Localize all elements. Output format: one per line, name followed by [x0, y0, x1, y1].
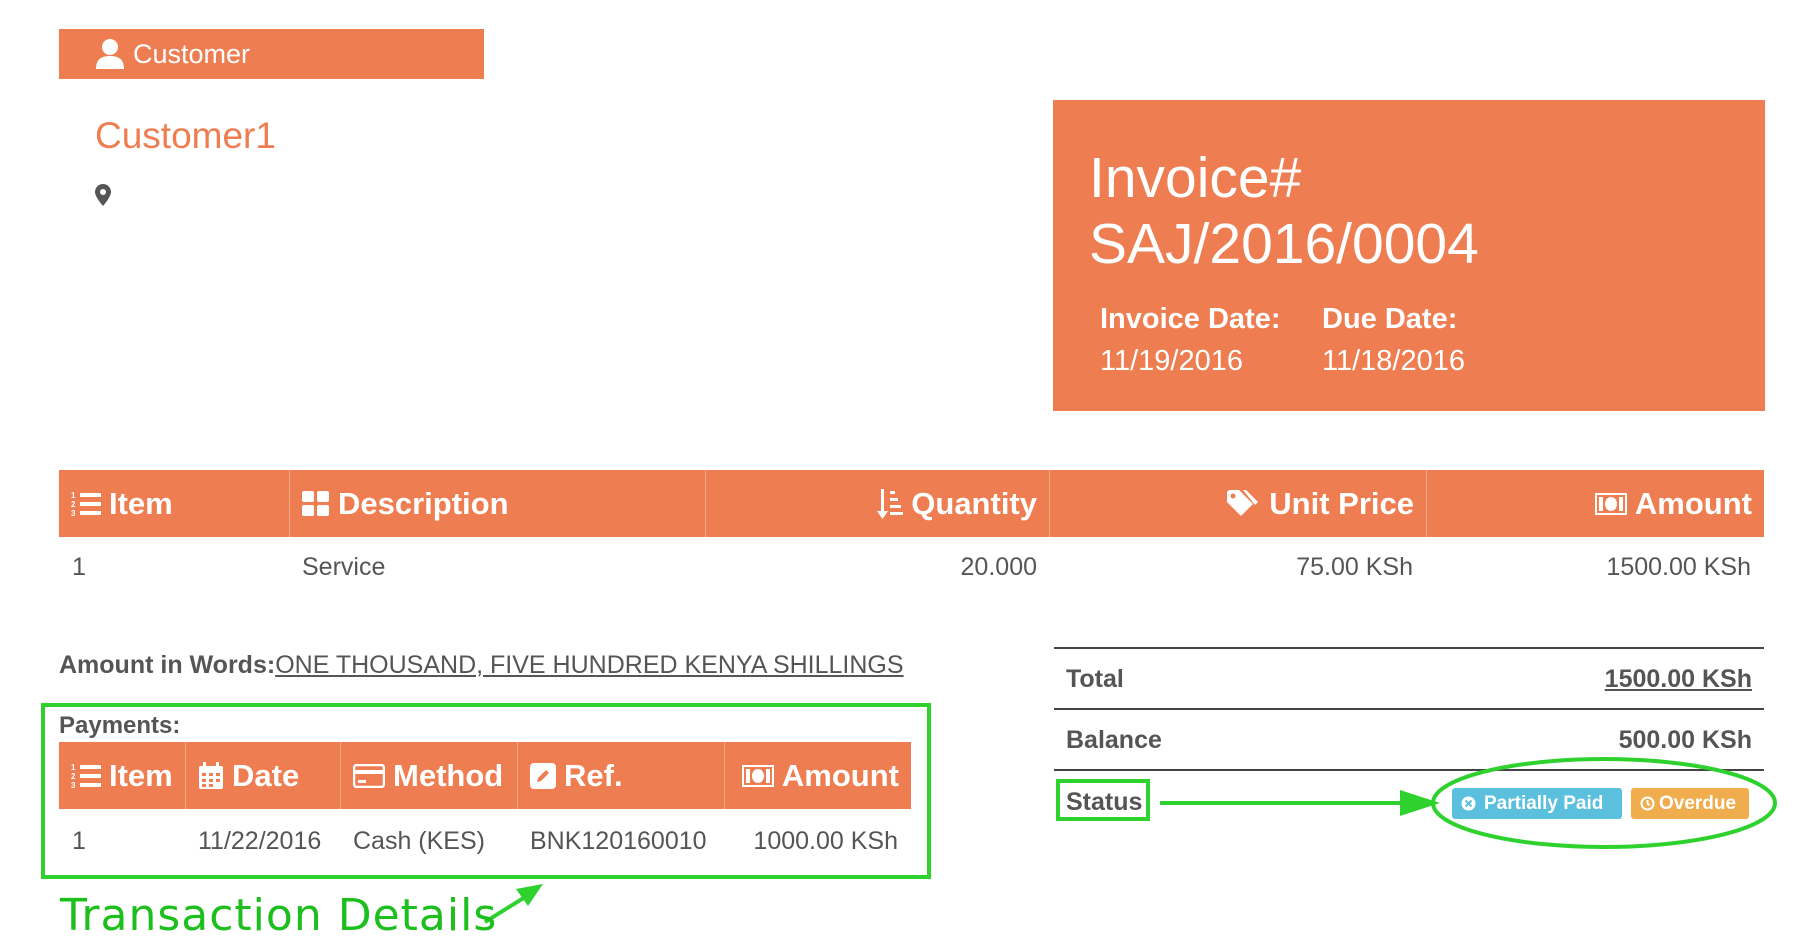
transaction-arrow-head	[516, 884, 543, 906]
annotation-overlay	[483, 757, 1777, 924]
status-highlight-ellipse	[1431, 757, 1777, 849]
transaction-details-annotation: Transaction Details	[60, 890, 498, 941]
